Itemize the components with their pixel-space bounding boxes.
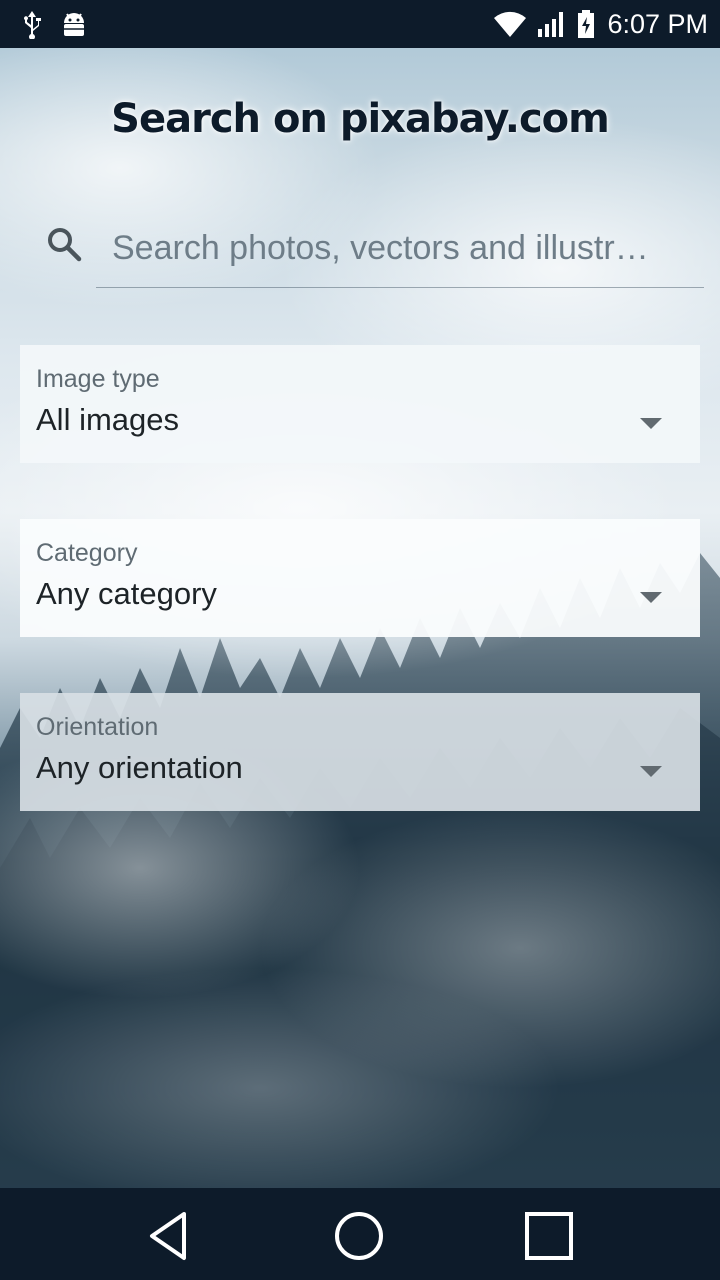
battery-charging-icon — [578, 10, 595, 38]
orientation-value: Any orientation — [36, 750, 243, 785]
signal-icon — [538, 12, 564, 37]
search-icon[interactable] — [44, 224, 84, 264]
search-input[interactable] — [96, 210, 704, 288]
recents-icon[interactable] — [521, 1208, 577, 1264]
category-value: Any category — [36, 576, 217, 611]
usb-icon — [24, 11, 41, 39]
category-dropdown[interactable]: Category Any category — [20, 519, 700, 637]
category-label: Category — [36, 539, 138, 567]
orientation-label: Orientation — [36, 713, 159, 741]
android-debug-icon — [64, 13, 84, 36]
dropdown-arrow-icon — [640, 418, 662, 429]
home-icon[interactable] — [331, 1208, 387, 1264]
back-icon[interactable] — [142, 1208, 198, 1264]
navigation-bar — [0, 1188, 720, 1280]
page-title: Search on pixabay.com — [111, 96, 610, 142]
image-type-dropdown[interactable]: Image type All images — [20, 345, 700, 463]
status-time: 6:07 PM — [607, 8, 708, 39]
image-type-value: All images — [36, 402, 179, 437]
image-type-label: Image type — [36, 365, 160, 393]
app-screen: 6:07 PM Search on pixabay.com Image type… — [0, 0, 720, 1280]
status-bar: 6:07 PM — [0, 0, 720, 48]
dropdown-arrow-icon — [640, 766, 662, 777]
dropdown-arrow-icon — [640, 592, 662, 603]
wifi-icon — [494, 11, 527, 38]
orientation-dropdown[interactable]: Orientation Any orientation — [20, 693, 700, 811]
search-bar — [40, 210, 704, 290]
